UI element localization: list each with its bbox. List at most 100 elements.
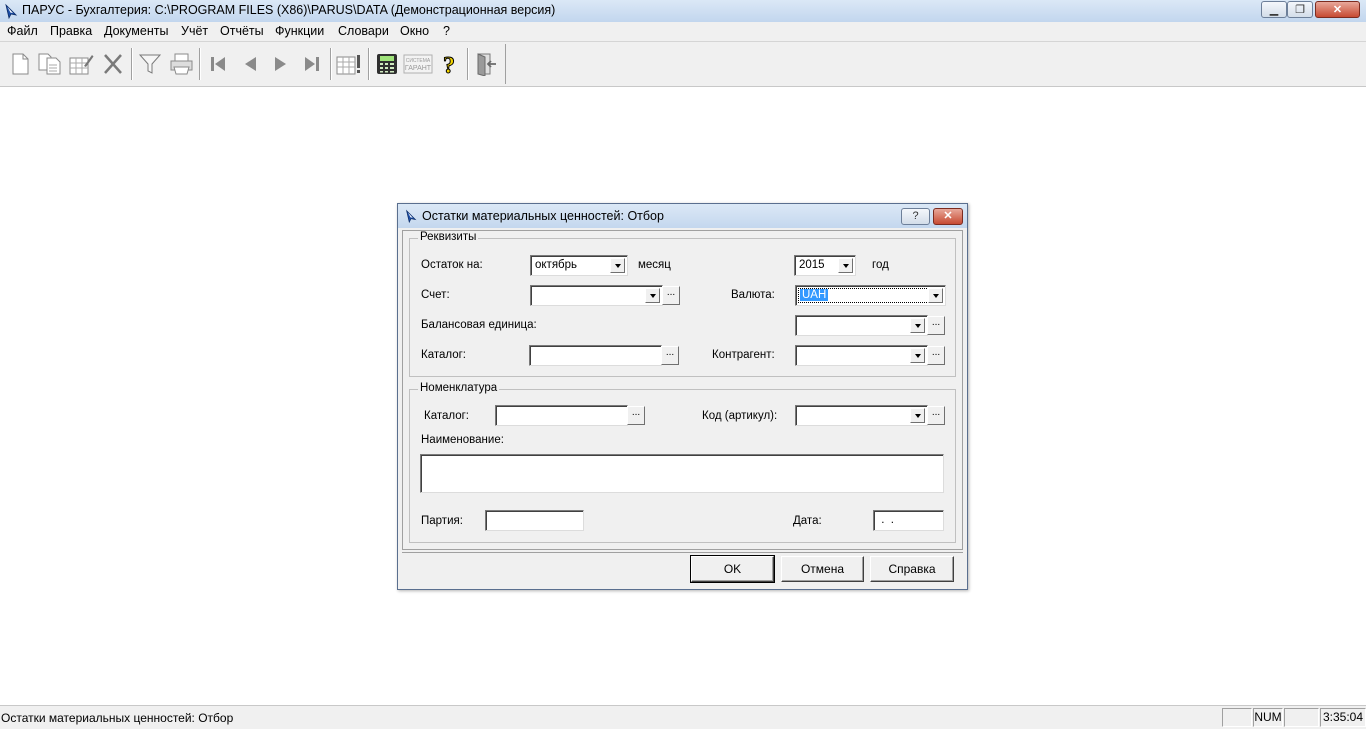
menu-functions[interactable]: Функции xyxy=(275,24,324,38)
status-bar: Остатки материальных ценностей: Отбор NU… xyxy=(0,705,1366,729)
help-button[interactable]: ? xyxy=(434,49,464,79)
currency-value: UAH xyxy=(800,289,829,301)
code-select[interactable] xyxy=(795,405,928,426)
dialog-help-button[interactable]: ? xyxy=(901,208,930,225)
balance-on-label: Остаток на: xyxy=(421,259,483,271)
menu-reports[interactable]: Отчёты xyxy=(220,24,264,38)
chevron-down-icon[interactable] xyxy=(610,258,625,273)
account-browse-button[interactable]: ... xyxy=(662,286,680,305)
first-record-button[interactable] xyxy=(203,49,233,79)
menu-help[interactable]: ? xyxy=(443,24,450,38)
window-title: ПАРУС - Бухгалтерия: C:\PROGRAM FILES (X… xyxy=(22,3,556,17)
copy-document-button[interactable] xyxy=(35,49,65,79)
toolbar-separator xyxy=(467,48,469,80)
dialog-title: Остатки материальных ценностей: Отбор xyxy=(422,209,664,223)
dialog-close-button[interactable]: ✕ xyxy=(933,208,963,225)
close-icon: ✕ xyxy=(943,210,953,222)
restore-icon: ❐ xyxy=(1295,4,1305,16)
month-value: октябрь xyxy=(535,259,578,271)
cancel-button[interactable]: Отмена xyxy=(781,556,864,582)
previous-record-button[interactable] xyxy=(235,49,265,79)
catalog-field[interactable] xyxy=(529,345,662,366)
status-text: Остатки материальных ценностей: Отбор xyxy=(1,711,234,725)
garant-caption-bottom: ГАРАНТ xyxy=(405,65,432,72)
nomenclature-catalog-browse-button[interactable]: ... xyxy=(627,406,645,425)
account-select[interactable] xyxy=(530,285,663,306)
status-pane-scroll xyxy=(1284,708,1319,727)
contractor-label: Контрагент: xyxy=(712,349,775,361)
nomenclature-legend: Номенклатура xyxy=(418,382,500,394)
balance-unit-browse-button[interactable]: ... xyxy=(927,316,945,335)
name-field[interactable] xyxy=(420,454,944,493)
year-label: год xyxy=(872,259,889,271)
menu-file[interactable]: Файл xyxy=(7,24,38,38)
help-icon: ? xyxy=(443,53,456,78)
menu-accounting[interactable]: Учёт xyxy=(181,24,208,38)
month-label: месяц xyxy=(638,259,671,271)
maximize-button[interactable]: ❐ xyxy=(1287,1,1313,18)
chevron-down-icon[interactable] xyxy=(838,258,853,273)
contractor-browse-button[interactable]: ... xyxy=(927,346,945,365)
print-icon xyxy=(170,53,193,75)
menu-window[interactable]: Окно xyxy=(400,24,429,38)
date-value: . . xyxy=(878,514,894,526)
first-record-icon xyxy=(211,57,225,71)
edit-document-button[interactable] xyxy=(66,49,96,79)
catalog-browse-button[interactable]: ... xyxy=(661,346,679,365)
chevron-down-icon[interactable] xyxy=(910,348,925,363)
chevron-down-icon[interactable] xyxy=(928,288,943,303)
help-dialog-button[interactable]: Справка xyxy=(870,556,954,582)
table-alert-button[interactable] xyxy=(334,49,364,79)
account-label: Счет: xyxy=(421,289,450,301)
catalog-label: Каталог: xyxy=(421,349,467,361)
next-record-button[interactable] xyxy=(266,49,296,79)
close-icon: ✕ xyxy=(1332,4,1343,16)
minimize-button[interactable]: ▁ xyxy=(1261,1,1287,18)
calculator-button[interactable] xyxy=(372,49,402,79)
print-button[interactable] xyxy=(166,49,196,79)
contractor-select[interactable] xyxy=(795,345,928,366)
parus-app-icon xyxy=(5,3,18,19)
menu-dictionaries[interactable]: Словари xyxy=(338,24,389,38)
dialog-footer-divider xyxy=(402,552,963,553)
next-record-icon xyxy=(275,57,286,71)
copy-document-icon xyxy=(38,53,61,75)
toolbar-separator xyxy=(368,48,370,80)
chevron-down-icon[interactable] xyxy=(910,408,925,423)
dialog-titlebar: Остатки материальных ценностей: Отбор ? … xyxy=(398,204,967,228)
chevron-down-icon[interactable] xyxy=(645,288,660,303)
question-icon: ? xyxy=(912,210,919,222)
garant-system-button[interactable]: СИСТЕМА ГАРАНТ xyxy=(403,49,433,79)
status-pane-caps xyxy=(1222,708,1252,727)
requisites-legend: Реквизиты xyxy=(418,231,479,243)
toolbar-separator xyxy=(199,48,201,80)
close-window-button[interactable]: ✕ xyxy=(1315,1,1360,18)
last-record-button[interactable] xyxy=(297,49,327,79)
filter-button[interactable] xyxy=(135,49,165,79)
nomenclature-group: Номенклатура Каталог: ... Код (артикул):… xyxy=(409,382,956,543)
name-label: Наименование: xyxy=(421,434,504,446)
balance-unit-label: Балансовая единица: xyxy=(421,319,537,331)
batch-field[interactable] xyxy=(485,510,584,531)
toolbar: СИСТЕМА ГАРАНТ ? xyxy=(0,42,1366,87)
chevron-down-icon[interactable] xyxy=(910,318,925,333)
menu-documents[interactable]: Документы xyxy=(104,24,168,38)
exit-icon xyxy=(477,53,496,76)
date-field[interactable]: . . xyxy=(873,510,944,531)
currency-select[interactable]: UAH xyxy=(795,285,946,306)
nomenclature-catalog-label: Каталог: xyxy=(424,410,470,422)
new-document-icon xyxy=(12,53,29,75)
month-select[interactable]: октябрь xyxy=(530,255,628,276)
menu-edit[interactable]: Правка xyxy=(50,24,92,38)
nomenclature-catalog-field[interactable] xyxy=(495,405,628,426)
delete-button[interactable] xyxy=(98,49,128,79)
balance-unit-select[interactable] xyxy=(795,315,928,336)
exit-button[interactable] xyxy=(471,49,501,79)
new-document-button[interactable] xyxy=(5,49,35,79)
ok-button[interactable]: OK xyxy=(690,555,775,583)
year-select[interactable]: 2015 xyxy=(794,255,856,276)
svg-text:?: ? xyxy=(443,53,455,77)
menu-bar: Файл Правка Документы Учёт Отчёты Функци… xyxy=(0,22,1366,42)
status-pane-clock: 3:35:04 xyxy=(1320,708,1366,727)
code-browse-button[interactable]: ... xyxy=(927,406,945,425)
